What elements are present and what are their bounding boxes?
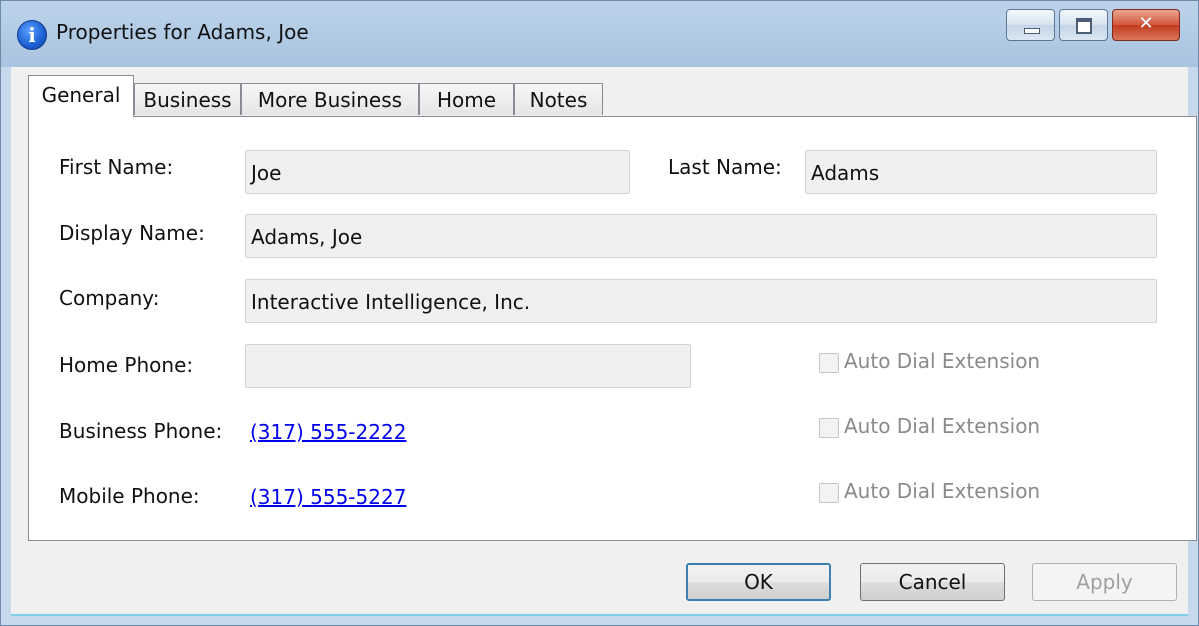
last-name-label: Last Name: bbox=[668, 155, 782, 179]
window-title: Properties for Adams, Joe bbox=[56, 20, 309, 44]
ok-button[interactable]: OK bbox=[686, 563, 831, 601]
tab-general[interactable]: General bbox=[28, 75, 134, 117]
minimize-icon bbox=[1024, 28, 1040, 34]
close-button[interactable]: ✕ bbox=[1112, 9, 1180, 41]
first-name-field[interactable]: Joe bbox=[245, 150, 630, 194]
tab-notes[interactable]: Notes bbox=[514, 83, 603, 115]
last-name-field[interactable]: Adams bbox=[805, 150, 1157, 194]
business-auto-dial-checkbox[interactable] bbox=[819, 418, 839, 438]
title-bar[interactable]: i Properties for Adams, Joe ✕ bbox=[1, 1, 1198, 67]
business-phone-link[interactable]: (317) 555-2222 bbox=[250, 420, 406, 444]
cancel-button[interactable]: Cancel bbox=[860, 563, 1005, 601]
mobile-phone-label: Mobile Phone: bbox=[59, 484, 200, 508]
tab-more-business[interactable]: More Business bbox=[241, 83, 419, 115]
display-name-field[interactable]: Adams, Joe bbox=[245, 214, 1157, 258]
home-phone-field[interactable] bbox=[245, 344, 691, 388]
maximize-icon bbox=[1076, 18, 1092, 34]
dialog-client-area: General Business More Business Home Note… bbox=[11, 67, 1197, 616]
apply-button[interactable]: Apply bbox=[1032, 563, 1177, 601]
close-icon: ✕ bbox=[1138, 13, 1154, 34]
mobile-phone-link[interactable]: (317) 555-5227 bbox=[250, 485, 406, 509]
tab-business[interactable]: Business bbox=[134, 83, 241, 115]
company-label: Company: bbox=[59, 286, 160, 310]
maximize-button[interactable] bbox=[1059, 9, 1108, 41]
home-auto-dial-checkbox[interactable] bbox=[819, 353, 839, 373]
home-auto-dial-label: Auto Dial Extension bbox=[844, 349, 1041, 373]
display-name-label: Display Name: bbox=[59, 221, 205, 245]
minimize-button[interactable] bbox=[1006, 9, 1055, 41]
business-phone-label: Business Phone: bbox=[59, 419, 223, 443]
company-field[interactable]: Interactive Intelligence, Inc. bbox=[245, 279, 1157, 323]
properties-window: i Properties for Adams, Joe ✕ General Bu… bbox=[0, 0, 1199, 626]
mobile-auto-dial-label: Auto Dial Extension bbox=[844, 479, 1041, 503]
info-icon: i bbox=[17, 20, 47, 50]
business-auto-dial-label: Auto Dial Extension bbox=[844, 414, 1041, 438]
mobile-auto-dial-checkbox[interactable] bbox=[819, 483, 839, 503]
home-phone-label: Home Phone: bbox=[59, 353, 194, 377]
tab-home[interactable]: Home bbox=[419, 83, 514, 115]
general-tab-panel: First Name: Joe Last Name: Adams Display… bbox=[28, 116, 1197, 541]
first-name-label: First Name: bbox=[59, 155, 174, 179]
